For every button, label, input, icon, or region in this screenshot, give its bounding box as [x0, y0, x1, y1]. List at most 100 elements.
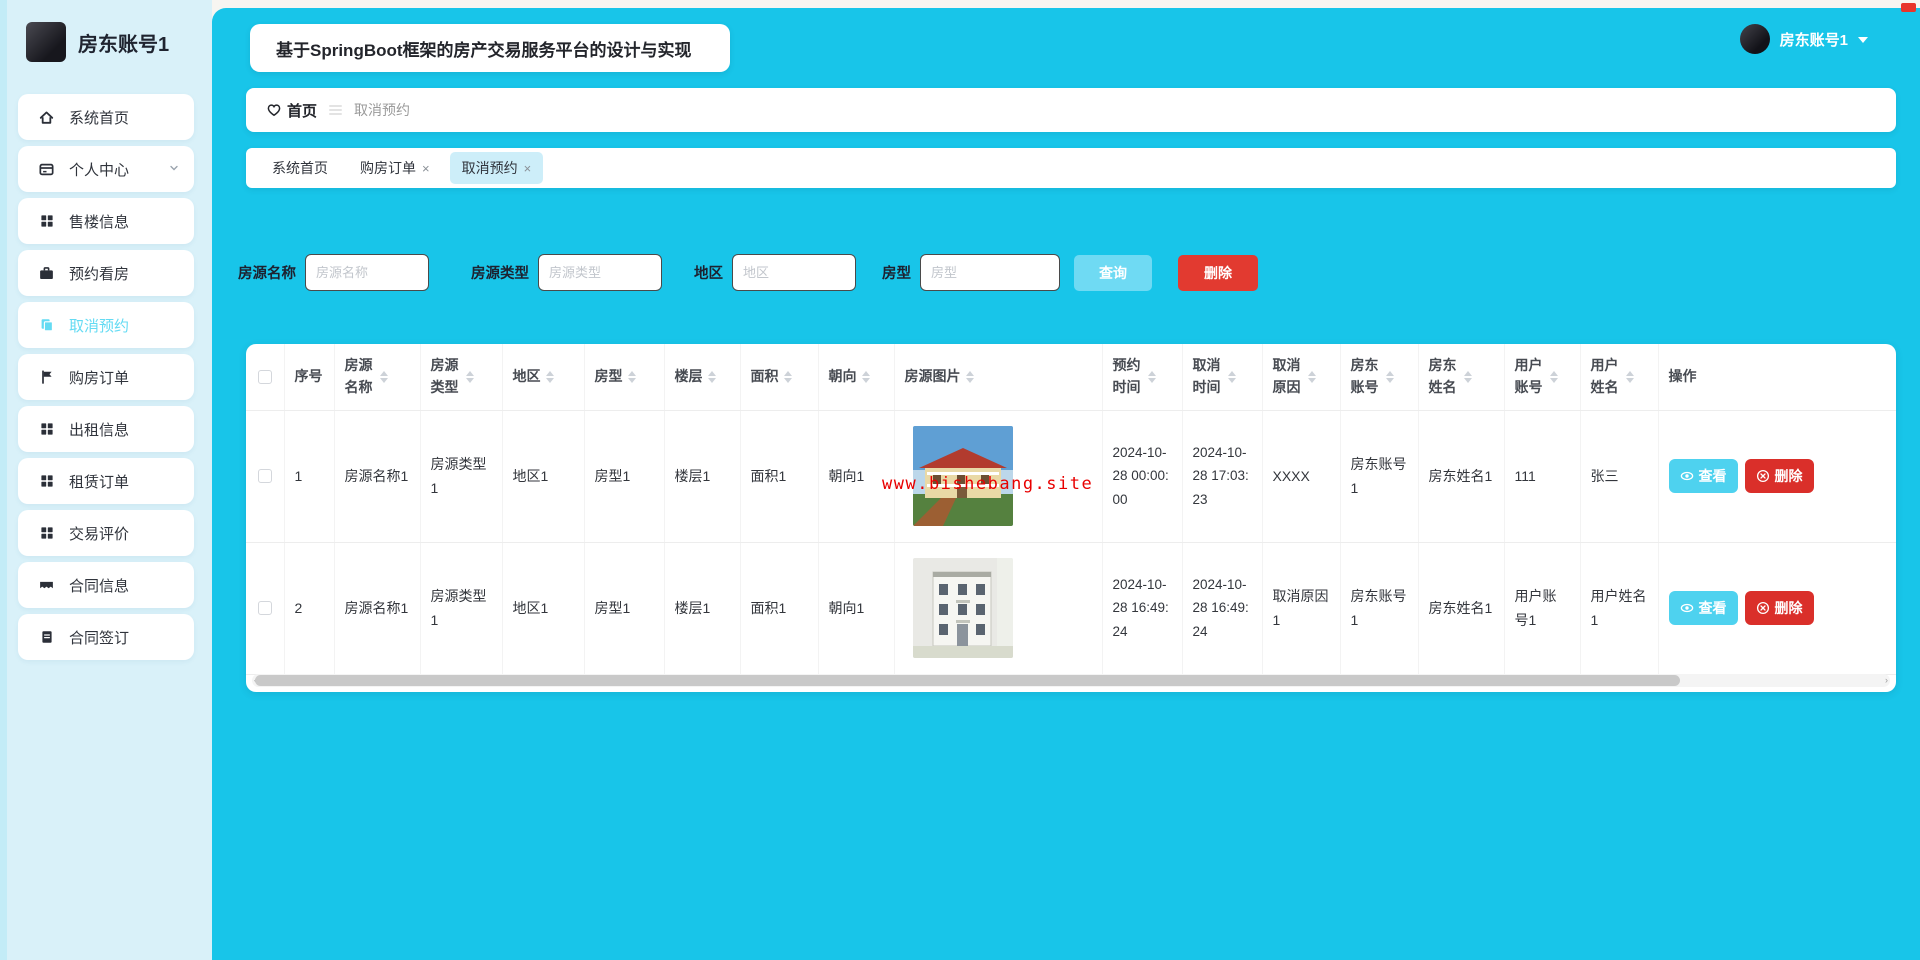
filter-label-type: 房源类型 [471, 266, 529, 282]
scrollbar-thumb[interactable] [255, 675, 1681, 686]
row-delete-button[interactable]: 删除 [1744, 591, 1814, 625]
house-type-input[interactable] [538, 254, 662, 291]
sort-icon[interactable] [627, 370, 636, 383]
data-table-card: www.bishebang.site 序号 房源名称 房源类型 地区 房型 楼层 [246, 344, 1896, 692]
sort-icon[interactable] [861, 370, 870, 383]
column-header: 序号 [294, 367, 323, 384]
sort-icon[interactable] [465, 370, 474, 383]
sidebar-item-label: 个人中心 [69, 161, 130, 179]
cell-index: 1 [284, 410, 335, 543]
tab-cancel-appointment[interactable]: 取消预约 × [449, 152, 544, 184]
cell-user-account: 111 [1504, 410, 1581, 543]
room-type-input[interactable] [920, 254, 1060, 291]
tab-system-home[interactable]: 系统首页 [260, 152, 340, 184]
sort-icon[interactable] [1307, 370, 1316, 383]
sidebar-item-label: 合同签订 [69, 629, 130, 647]
cell-user-name: 用户姓名1 [1580, 542, 1659, 675]
sidebar-item-purchase-orders[interactable]: 购房订单 [18, 354, 194, 400]
sidebar-item-viewing-appointment[interactable]: 预约看房 [18, 250, 194, 296]
sidebar-item-personal-center[interactable]: 个人中心 [18, 146, 194, 192]
sort-icon[interactable] [379, 370, 388, 383]
sidebar-item-label: 购房订单 [69, 369, 130, 387]
region-input[interactable] [732, 254, 856, 291]
sort-icon[interactable] [1147, 370, 1156, 383]
view-button[interactable]: 查看 [1668, 591, 1738, 625]
sort-icon[interactable] [783, 370, 792, 383]
heart-icon [267, 104, 281, 117]
cell-cancel-reason: 取消原因1 [1262, 542, 1341, 675]
cell-area: 面积1 [740, 542, 819, 675]
sort-icon[interactable] [1625, 370, 1634, 383]
sidebar-item-label: 合同信息 [69, 577, 130, 595]
cell-landlord-account: 房东账号1 [1340, 542, 1419, 675]
cell-floor: 楼层1 [664, 410, 741, 543]
sidebar-item-contract-signing[interactable]: 合同签订 [18, 614, 194, 660]
search-button[interactable]: 查询 [1074, 254, 1152, 291]
sort-icon[interactable] [965, 370, 974, 383]
delete-button[interactable]: 删除 [1178, 254, 1258, 291]
cell-region: 地区1 [502, 542, 585, 675]
avatar[interactable] [26, 22, 66, 62]
close-icon[interactable]: × [422, 162, 430, 175]
column-header: 房东姓名 [1428, 357, 1457, 395]
document-icon [38, 629, 55, 646]
sidebar-item-rental-info[interactable]: 出租信息 [18, 406, 194, 452]
page-title: 基于SpringBoot框架的房产交易服务平台的设计与实现 [250, 24, 730, 72]
cell-cancel-time: 2024-10-28 17:03:23 [1182, 410, 1263, 543]
tab-bar: 系统首页 购房订单 × 取消预约 × [246, 148, 1896, 188]
column-header: 面积 [750, 367, 779, 384]
sidebar-item-label: 交易评价 [69, 525, 130, 543]
chevron-down-icon[interactable] [168, 161, 180, 178]
scroll-right-icon[interactable]: › [1885, 675, 1888, 685]
cancel-appointment-table: 序号 房源名称 房源类型 地区 房型 楼层 面积 朝向 房源图片 预约时间 取消… [246, 344, 1896, 675]
column-header: 用户账号 [1514, 357, 1543, 395]
house-name-input[interactable] [305, 254, 429, 291]
sidebar-item-cancel-appointment[interactable]: 取消预约 [18, 302, 194, 348]
column-header: 房源图片 [904, 367, 961, 384]
sidebar-item-contract-info[interactable]: 合同信息 [18, 562, 194, 608]
sort-icon[interactable] [1385, 370, 1394, 383]
sort-icon[interactable] [1463, 370, 1472, 383]
sidebar-item-label: 出租信息 [69, 421, 130, 439]
cell-user-account: 用户账号1 [1504, 542, 1581, 675]
sidebar-item-label: 系统首页 [69, 109, 130, 127]
filter-label-region: 地区 [694, 266, 723, 282]
view-button[interactable]: 查看 [1668, 459, 1738, 493]
avatar[interactable] [1739, 24, 1770, 54]
sidebar-item-label: 预约看房 [69, 265, 130, 283]
grid-icon [38, 213, 55, 230]
sort-icon[interactable] [1227, 370, 1236, 383]
cell-index: 2 [284, 542, 335, 675]
sidebar-item-transaction-reviews[interactable]: 交易评价 [18, 510, 194, 556]
column-header: 操作 [1668, 367, 1697, 384]
sort-icon[interactable] [545, 370, 554, 383]
sort-icon[interactable] [707, 370, 716, 383]
row-delete-button[interactable]: 删除 [1744, 459, 1814, 493]
row-checkbox[interactable] [258, 601, 272, 615]
horizontal-scrollbar[interactable]: ‹ › [252, 674, 1890, 687]
sidebar-item-sales-info[interactable]: 售楼信息 [18, 198, 194, 244]
close-icon[interactable]: × [524, 162, 532, 175]
breadcrumb-home[interactable]: 首页 [266, 100, 317, 121]
column-header: 用户姓名 [1590, 357, 1619, 395]
grid-icon [38, 473, 55, 490]
cell-house-name: 房源名称1 [334, 542, 421, 675]
tab-purchase-orders[interactable]: 购房订单 × [348, 152, 442, 184]
select-all-checkbox[interactable] [258, 369, 272, 384]
sidebar-item-system-home[interactable]: 系统首页 [18, 94, 194, 140]
row-checkbox[interactable] [258, 469, 272, 483]
sidebar-item-lease-orders[interactable]: 租赁订单 [18, 458, 194, 504]
column-header: 取消时间 [1192, 357, 1221, 395]
pages-icon [38, 317, 55, 334]
cell-floor: 楼层1 [664, 542, 741, 675]
home-icon [38, 109, 55, 126]
breadcrumb-current: 取消预约 [354, 102, 411, 118]
user-menu[interactable]: 房东账号1 [1739, 24, 1868, 54]
sort-icon[interactable] [1549, 370, 1558, 383]
cell-facing: 朝向1 [818, 542, 895, 675]
breadcrumb: 首页 取消预约 [246, 88, 1896, 132]
column-header: 房东账号 [1350, 357, 1379, 395]
column-header: 楼层 [674, 367, 703, 384]
recording-indicator [1901, 3, 1916, 12]
sidebar-item-label: 售楼信息 [69, 213, 130, 231]
